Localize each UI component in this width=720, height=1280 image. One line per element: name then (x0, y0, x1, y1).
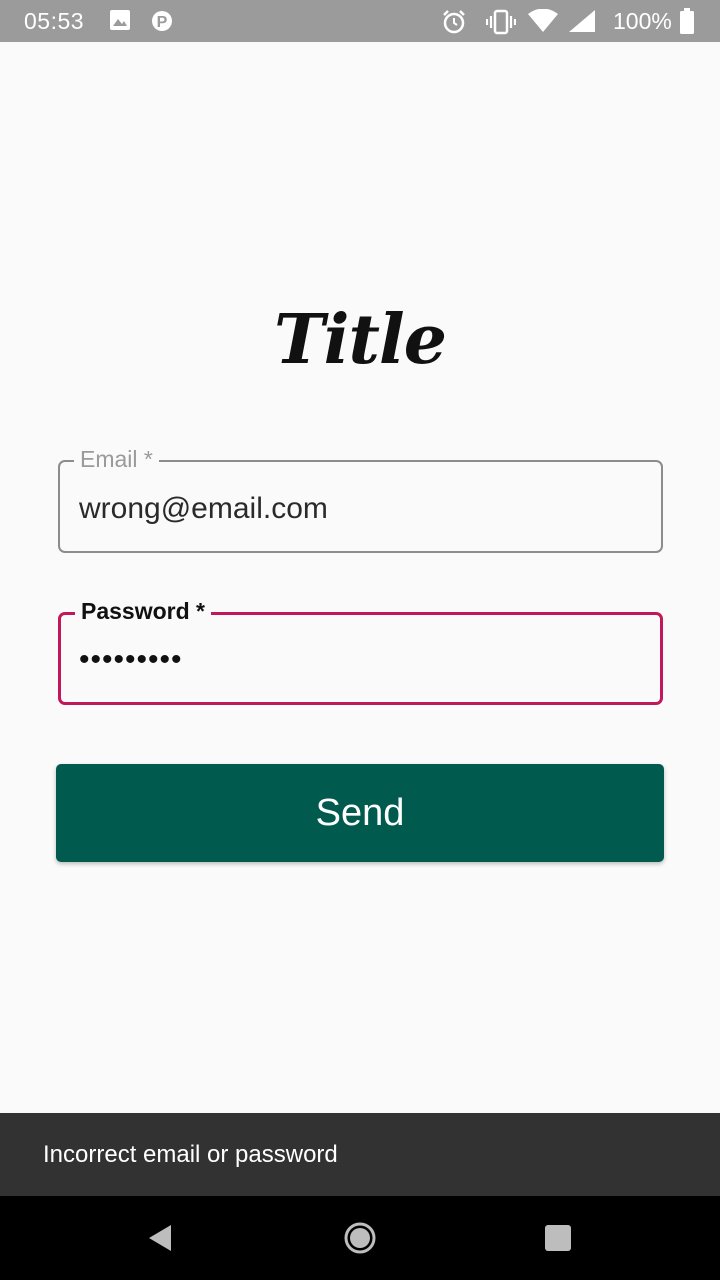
recents-icon[interactable] (538, 1218, 578, 1258)
error-snackbar: Incorrect email or password (0, 1113, 720, 1196)
parking-icon: P (151, 9, 173, 38)
signal-icon (568, 9, 596, 38)
wifi-icon (528, 8, 558, 38)
back-icon[interactable] (140, 1218, 180, 1258)
app-title: Title (274, 300, 447, 380)
alarm-icon (441, 9, 467, 40)
battery-icon (680, 8, 694, 39)
email-field[interactable]: Email * wrong@email.com (58, 445, 663, 553)
password-label: Password * (75, 597, 211, 625)
email-label: Email * (74, 445, 159, 473)
navigation-bar (0, 1196, 720, 1280)
password-field[interactable]: Password * ••••••••• (58, 597, 663, 705)
home-icon[interactable] (340, 1218, 380, 1258)
password-value[interactable]: ••••••••• (79, 643, 183, 677)
status-bar: 05:53 P 100% (0, 0, 720, 42)
snackbar-message: Incorrect email or password (43, 1141, 338, 1168)
image-icon (109, 9, 131, 36)
vibrate-icon (485, 9, 517, 40)
send-button[interactable]: Send (56, 764, 664, 862)
battery-level: 100% (613, 8, 672, 34)
email-value[interactable]: wrong@email.com (79, 492, 328, 526)
svg-text:P: P (157, 14, 168, 31)
status-time: 05:53 (24, 8, 85, 34)
